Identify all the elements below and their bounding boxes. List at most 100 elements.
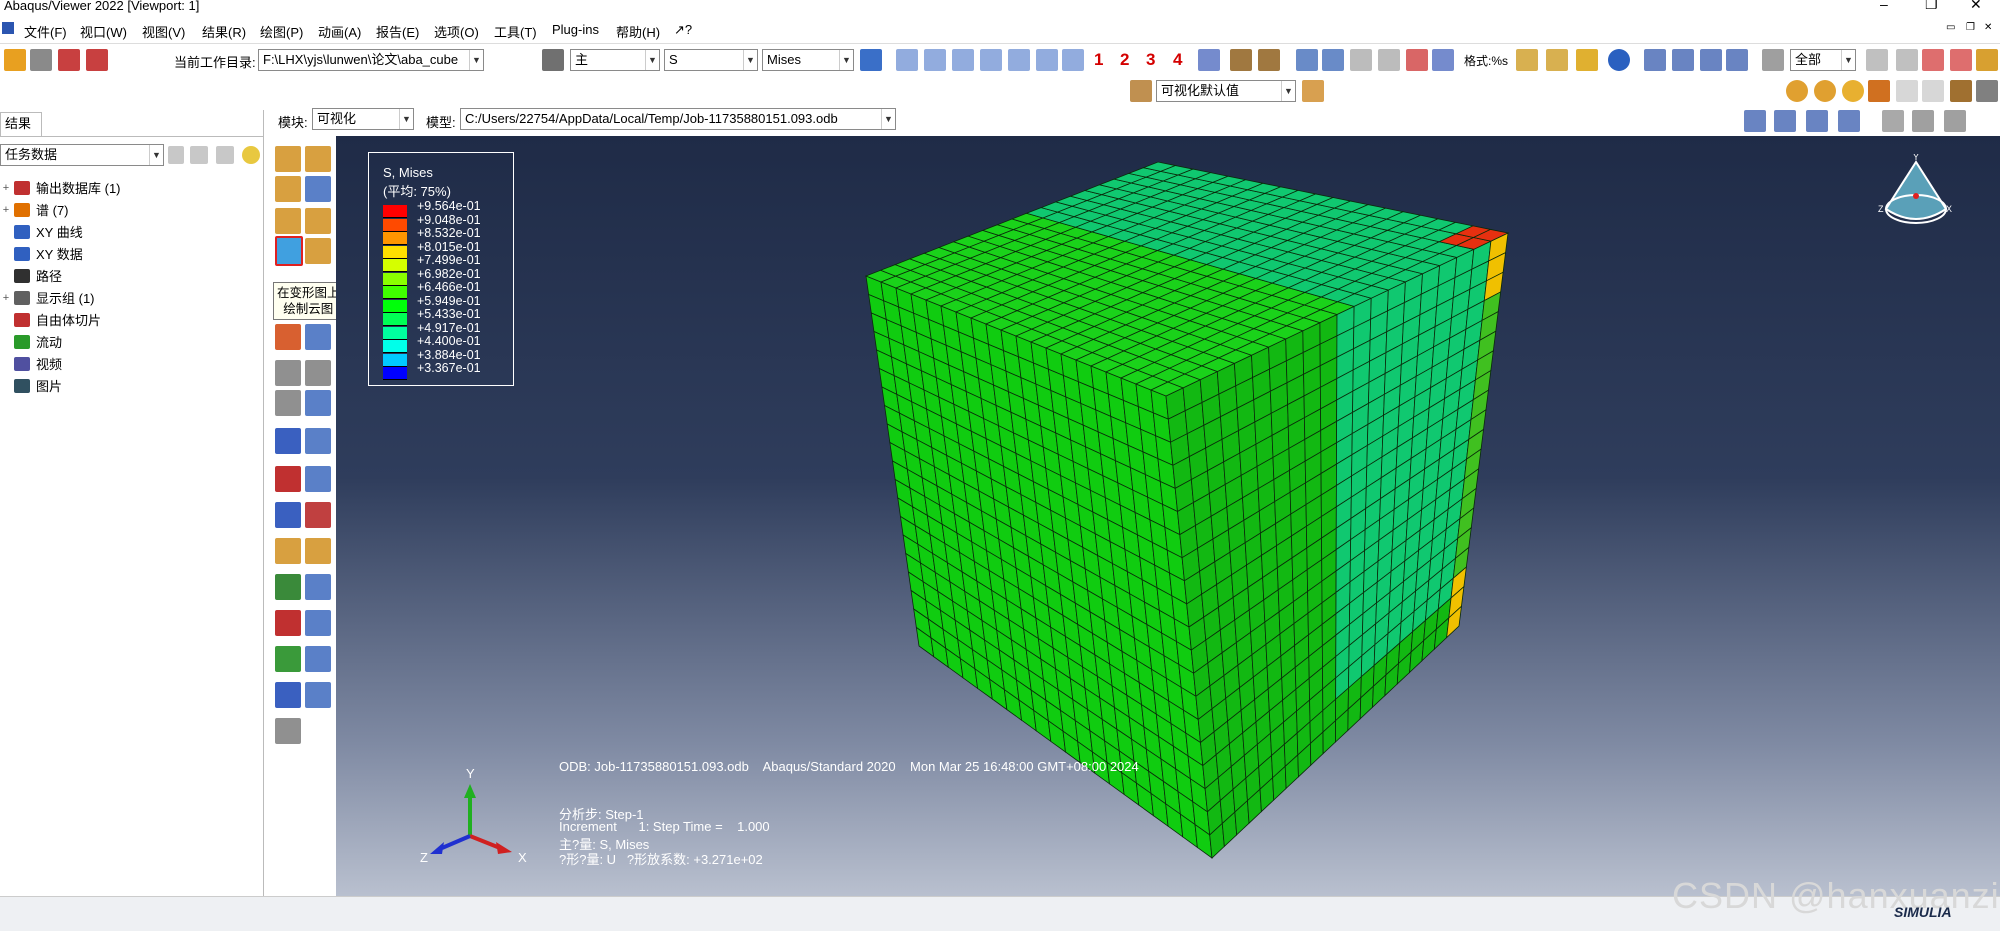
menu-plot[interactable]: 绘图(P) <box>260 22 303 41</box>
tree-filter-icon[interactable] <box>216 146 234 164</box>
lightbulb-icon[interactable] <box>242 146 260 164</box>
tree-expand-icon[interactable] <box>190 146 208 164</box>
field-output-icon[interactable] <box>542 49 564 71</box>
view-4-button[interactable]: 4 <box>1173 50 1182 70</box>
view-bottom-icon[interactable] <box>980 49 1002 71</box>
material-orientation-icon[interactable] <box>275 428 301 454</box>
animation-options-icon[interactable] <box>305 390 331 416</box>
animate-scale-icon[interactable] <box>275 360 301 386</box>
pan-icon[interactable] <box>1296 49 1318 71</box>
anim-prev-icon[interactable] <box>1774 110 1796 132</box>
mdi-close-icon[interactable]: ✕ <box>1984 22 1992 33</box>
viewport[interactable]: S, Mises (平均: 75%) +9.564e-01 +9.048e-01 +… <box>336 136 2000 896</box>
visual-defaults-combo[interactable]: 可视化默认值 ▼ <box>1156 80 1296 102</box>
render-wire-icon[interactable] <box>1516 49 1538 71</box>
stream-icon[interactable] <box>275 538 301 564</box>
translucency-icon[interactable] <box>1786 80 1808 102</box>
info-icon[interactable] <box>1608 49 1630 71</box>
symbol-plot-icon[interactable] <box>275 324 301 350</box>
open-icon[interactable] <box>4 49 26 71</box>
mdi-restore-icon[interactable]: ❐ <box>1966 22 1975 33</box>
style-label[interactable]: 格式:%s <box>1464 52 1508 69</box>
stream-options-icon[interactable] <box>305 538 331 564</box>
select-options-icon[interactable] <box>1866 49 1888 71</box>
ruler-icon[interactable] <box>1230 49 1252 71</box>
render-shaded-icon[interactable] <box>1576 49 1598 71</box>
orientation-options-icon[interactable] <box>305 428 331 454</box>
display-options-icon[interactable] <box>305 682 331 708</box>
tree-item-4[interactable]: 路径 <box>0 266 62 285</box>
xy-manager-icon[interactable] <box>305 466 331 492</box>
replace-display-icon[interactable] <box>275 682 301 708</box>
menu-report[interactable]: 报告(E) <box>376 22 419 41</box>
view-2-button[interactable]: 2 <box>1120 50 1129 70</box>
fit-view-icon[interactable] <box>1406 49 1428 71</box>
menu-animate[interactable]: 动画(A) <box>318 22 361 41</box>
save-db-icon[interactable] <box>58 49 80 71</box>
print-icon[interactable] <box>30 49 52 71</box>
free-body-cut-icon[interactable] <box>275 574 301 600</box>
restore-icon[interactable]: ❐ <box>1925 0 1938 11</box>
tree-expand-toggle[interactable]: + <box>0 182 12 194</box>
animate-time-icon[interactable] <box>305 360 331 386</box>
module-combo[interactable]: 可视化 ▼ <box>312 108 414 130</box>
menu-options[interactable]: 选项(O) <box>434 22 479 41</box>
tree-item-9[interactable]: 图片 <box>0 376 62 395</box>
view-cut-icon[interactable] <box>1302 80 1324 102</box>
zoom-icon[interactable] <box>1350 49 1372 71</box>
sync-options-icon[interactable] <box>860 49 882 71</box>
display-group-create-icon[interactable] <box>275 646 301 672</box>
menu-result[interactable]: 结果(R) <box>202 22 246 41</box>
menu-help[interactable]: 帮助(H) <box>616 22 660 41</box>
model-combo[interactable]: C:/Users/22754/AppData/Local/Temp/Job-11… <box>460 108 896 130</box>
screenshot-icon[interactable] <box>1944 110 1966 132</box>
tree-item-8[interactable]: 视频 <box>0 354 62 373</box>
mdi-minimize-icon[interactable]: ▭ <box>1946 22 1955 33</box>
undeformed-icon[interactable] <box>275 146 301 172</box>
tree-item-3[interactable]: XY 数据 <box>0 244 83 263</box>
common-options-icon[interactable] <box>275 176 301 202</box>
box-select-icon[interactable] <box>1896 49 1918 71</box>
sphere-icon[interactable] <box>1842 80 1864 102</box>
contour-options-icon[interactable] <box>305 208 331 234</box>
deformed-icon[interactable] <box>305 146 331 172</box>
view-cut-manager-icon[interactable] <box>275 610 301 636</box>
camera-icon[interactable] <box>1912 110 1934 132</box>
display-group-manager-icon[interactable] <box>305 646 331 672</box>
view-3-button[interactable]: 3 <box>1146 50 1155 70</box>
xy-data-icon[interactable] <box>275 466 301 492</box>
selection-scope-combo[interactable]: 全部 ▼ <box>1790 49 1856 71</box>
rotate-icon[interactable] <box>1322 49 1344 71</box>
anim-last-icon[interactable] <box>1838 110 1860 132</box>
tree-item-1[interactable]: + 谱 (7) <box>0 200 69 219</box>
layout-icon[interactable] <box>1976 80 1998 102</box>
select-arrow-icon[interactable] <box>1762 49 1784 71</box>
variable-combo[interactable]: S ▼ <box>664 49 758 71</box>
close-icon[interactable]: ✕ <box>1970 0 1982 11</box>
zoom-box-icon[interactable] <box>1378 49 1400 71</box>
cycle-views-icon[interactable] <box>1432 49 1454 71</box>
render-style-icon[interactable] <box>1950 80 1972 102</box>
view-iso-icon[interactable] <box>1062 49 1084 71</box>
last-frame-icon[interactable] <box>1726 49 1748 71</box>
undo-icon[interactable] <box>1896 80 1918 102</box>
view-top-icon[interactable] <box>952 49 974 71</box>
color-code-icon[interactable] <box>1814 80 1836 102</box>
anim-play-icon[interactable] <box>1806 110 1828 132</box>
view-back-icon[interactable] <box>924 49 946 71</box>
deformed-cube-model[interactable] <box>336 136 2000 896</box>
menu-tools[interactable]: 工具(T) <box>494 22 537 41</box>
remove-select-icon[interactable] <box>1922 49 1944 71</box>
view-cube-triad[interactable]: Y X Z <box>1876 154 1956 244</box>
scale-icon[interactable] <box>1258 49 1280 71</box>
menu-whatsthis[interactable]: ↗? <box>674 22 692 38</box>
view-left-icon[interactable] <box>1008 49 1030 71</box>
step-combo[interactable]: 主 ▼ <box>570 49 660 71</box>
query-icon[interactable] <box>1868 80 1890 102</box>
animate-harmonic-icon[interactable] <box>275 390 301 416</box>
superimpose-icon[interactable] <box>305 176 331 202</box>
tree-expand-toggle[interactable]: + <box>0 204 12 216</box>
menu-file[interactable]: 文件(F) <box>24 22 67 41</box>
view-cut-options-icon[interactable] <box>305 610 331 636</box>
tree-filter-combo[interactable]: 任务数据 ▼ <box>0 144 164 166</box>
